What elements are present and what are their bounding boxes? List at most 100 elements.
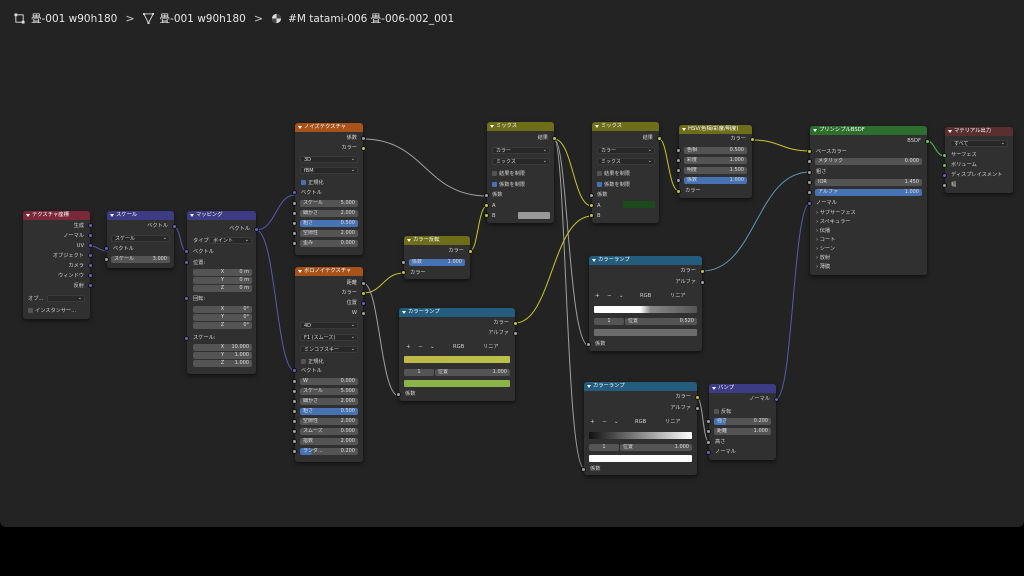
rotation-z[interactable]: Z 0° <box>193 322 252 329</box>
socket[interactable] <box>676 148 681 153</box>
clamp-factor-checkbox[interactable]: 係数を制限 <box>597 182 630 188</box>
panel-sheen[interactable]: › シーン <box>816 246 835 252</box>
node-header[interactable]: ミックス <box>592 122 659 131</box>
socket[interactable] <box>361 311 366 316</box>
socket[interactable] <box>292 399 297 404</box>
bump-node[interactable]: バンプ ノーマル 反転 強さ 0.200 距離 1.000 高さ ノーマル <box>706 384 779 460</box>
b-color-swatch[interactable] <box>518 212 550 219</box>
socket[interactable] <box>700 269 705 274</box>
socket[interactable] <box>361 291 366 296</box>
color-mode[interactable]: RGB <box>453 344 464 350</box>
object-field[interactable] <box>47 295 85 302</box>
color-ramp-node[interactable]: カラーランプ カラー アルファ + − ⌄ RGB リニア 1 位置 0.520 … <box>586 256 705 351</box>
color-ramp-node[interactable]: カラーランプ カラー アルファ + − ⌄ RGB リニア 1 位置 1.000 … <box>581 382 700 475</box>
add-stop-icon[interactable]: + <box>595 293 600 300</box>
rotation-x[interactable]: X 0° <box>193 306 252 313</box>
socket[interactable] <box>695 406 700 411</box>
lacunarity-field[interactable]: 空隙性 2.000 <box>300 418 358 425</box>
socket[interactable] <box>942 183 947 188</box>
socket[interactable] <box>401 260 406 265</box>
interpolation[interactable]: リニア <box>670 293 686 299</box>
socket[interactable] <box>292 389 297 394</box>
exponent-field[interactable]: 指数 2.000 <box>300 438 358 445</box>
distance-field[interactable]: 距離 1.000 <box>714 428 771 435</box>
color-mode[interactable]: RGB <box>635 419 646 425</box>
stop-index[interactable]: 1 <box>589 444 619 451</box>
node-header[interactable]: ミックス <box>487 122 554 131</box>
socket[interactable] <box>581 467 586 472</box>
socket[interactable] <box>807 149 812 154</box>
smoothness-field[interactable]: スムーズ 0.000 <box>300 428 358 435</box>
location-x[interactable]: X0 m <box>193 269 252 276</box>
socket[interactable] <box>396 392 401 397</box>
socket[interactable] <box>292 190 297 195</box>
node-header[interactable]: スケール <box>107 211 174 220</box>
node-header[interactable]: マッピング <box>187 211 256 220</box>
remove-stop-icon[interactable]: − <box>607 293 612 300</box>
socket[interactable] <box>88 233 93 238</box>
socket[interactable] <box>513 331 518 336</box>
panel-emission[interactable]: › 放射 <box>816 255 830 261</box>
node-header[interactable]: カラーランプ <box>584 382 697 391</box>
socket[interactable] <box>292 429 297 434</box>
chevron-down-icon[interactable]: ⌄ <box>430 344 435 351</box>
remove-stop-icon[interactable]: − <box>418 344 423 351</box>
ior-field[interactable]: IOR 1.450 <box>815 179 922 186</box>
clamp-factor-checkbox[interactable]: 係数を制限 <box>492 182 525 188</box>
material-output-node[interactable]: マテリアル出力 すべて サーフェス ボリューム ディスプレイスメント 幅 <box>942 127 1013 193</box>
stop-index[interactable]: 1 <box>404 369 434 376</box>
socket[interactable] <box>657 136 662 141</box>
socket[interactable] <box>807 180 812 185</box>
socket[interactable] <box>104 257 109 262</box>
chevron-down-icon[interactable]: ⌄ <box>614 419 619 426</box>
saturation-field[interactable]: 彩度 1.000 <box>684 157 747 164</box>
normalize-checkbox[interactable]: 正規化 <box>301 359 324 365</box>
panel-coat[interactable]: › コート <box>816 237 835 243</box>
a-color-swatch[interactable] <box>623 201 655 208</box>
socket[interactable] <box>292 379 297 384</box>
color-mode[interactable]: RGB <box>640 293 651 299</box>
node-header[interactable]: テクスチャ座標 <box>23 211 90 220</box>
voronoi-texture-node[interactable]: ボロノイテクスチャ 距離 カラー 位置 W 4D F1 (スムーズ) ミンコフス… <box>292 267 366 462</box>
socket[interactable] <box>401 270 406 275</box>
shader-node-editor[interactable]: 畳-001 w90h180 > 畳-001 w90h180 > #M tatam… <box>0 0 1024 527</box>
socket[interactable] <box>172 224 177 229</box>
node-header[interactable]: カラー反転 <box>404 236 470 245</box>
scale-field[interactable]: スケール 3.000 <box>111 256 170 263</box>
stop-color-swatch[interactable] <box>589 455 692 462</box>
principled-bsdf-node[interactable]: プリンシプルBSDF BSDF ベースカラー メタリック 0.000 粗さ IOR… <box>807 126 930 275</box>
socket[interactable] <box>292 221 297 226</box>
socket[interactable] <box>361 136 366 141</box>
distortion-field[interactable]: 歪み 0.000 <box>300 240 358 247</box>
socket[interactable] <box>292 201 297 206</box>
node-header[interactable]: プリンシプルBSDF <box>810 126 927 135</box>
interpolation[interactable]: リニア <box>483 344 499 350</box>
factor-field[interactable]: 係数 1.000 <box>409 259 465 266</box>
roughness-field[interactable]: 粗さ 0.500 <box>300 408 358 415</box>
mix-node[interactable]: ミックス 結果 カラー ミックス 結果を制限 係数を制限 係数 A B <box>484 122 557 223</box>
stop-position[interactable]: 位置 1.000 <box>435 369 510 376</box>
mapping-node[interactable]: マッピング ベクトル タイプ: ポイント ベクトル 位置: X0 m Y0 m … <box>184 211 259 374</box>
socket[interactable] <box>706 440 711 445</box>
socket[interactable] <box>292 439 297 444</box>
texture-coordinate-node[interactable]: テクスチャ座標 生成 ノーマル UV オブジェクト カメラ ウィンドウ 反射 オ… <box>23 211 93 319</box>
socket[interactable] <box>676 178 681 183</box>
node-header[interactable]: マテリアル出力 <box>945 127 1013 136</box>
socket[interactable] <box>88 253 93 258</box>
panel-transmission[interactable]: › 伝播 <box>816 228 830 234</box>
rotation-y[interactable]: Y 0° <box>193 314 252 321</box>
data-type-dropdown[interactable]: カラー <box>492 147 550 154</box>
blend-mode-dropdown[interactable]: ミックス <box>597 158 655 165</box>
dimensions-dropdown[interactable]: 3D <box>300 156 358 163</box>
socket[interactable] <box>184 249 189 254</box>
detail-field[interactable]: 細かさ 2.000 <box>300 210 358 217</box>
metallic-field[interactable]: メタリック 0.000 <box>815 158 922 165</box>
socket[interactable] <box>88 243 93 248</box>
node-header[interactable]: カラーランプ <box>589 256 702 265</box>
socket[interactable] <box>292 368 297 373</box>
socket[interactable] <box>292 419 297 424</box>
vector-scale-node[interactable]: スケール ベクトル スケール ベクトル スケール3.000 <box>104 211 177 268</box>
socket[interactable] <box>484 193 489 198</box>
socket[interactable] <box>184 336 189 341</box>
target-dropdown[interactable]: すべて <box>950 140 1008 147</box>
